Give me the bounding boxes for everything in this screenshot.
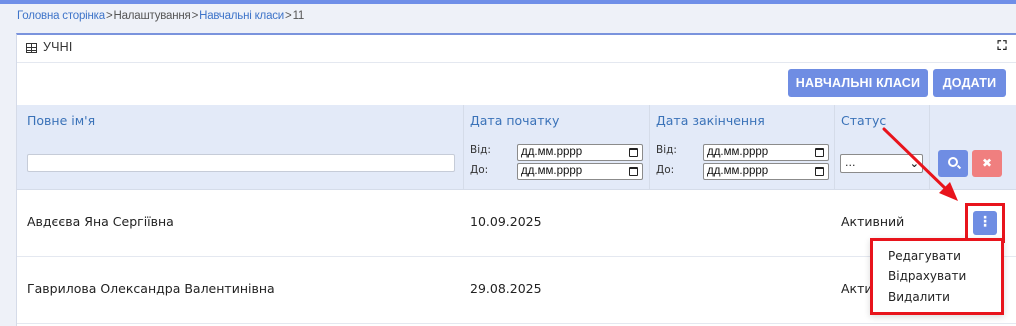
breadcrumb-separator: > [191, 10, 199, 22]
column-divider [929, 105, 930, 190]
column-header-end-date[interactable]: Дата закінчення [656, 113, 765, 128]
start-to-date-input[interactable]: дд.мм.рррр [517, 163, 643, 180]
expand-icon[interactable]: ⛶ [995, 40, 1009, 54]
status-selected-value: ... [845, 156, 856, 169]
students-panel: УЧНІ ⛶ НАВЧАЛЬНІ КЛАСИ ДОДАТИ Повне ім'я… [16, 33, 1016, 326]
page-title: УЧНІ [43, 40, 73, 54]
menu-item-delete[interactable]: Видалити [888, 290, 950, 304]
breadcrumb-current: 11 [292, 10, 305, 22]
date-placeholder: дд.мм.рррр [707, 146, 769, 158]
column-divider [649, 105, 650, 190]
table-row[interactable]: Авдєєва Яна Сергіївна 10.09.2025 Активни… [17, 190, 1016, 257]
date-placeholder: дд.мм.рррр [521, 146, 583, 158]
calendar-icon[interactable] [629, 148, 638, 157]
start-from-date-input[interactable]: дд.мм.рррр [517, 144, 643, 161]
end-to-date-input[interactable]: дд.мм.рррр [703, 163, 829, 180]
top-accent-bar [0, 0, 1016, 4]
breadcrumb-classes[interactable]: Навчальні класи [199, 10, 284, 22]
end-from-label: Від: [656, 144, 677, 156]
add-button[interactable]: ДОДАТИ [933, 69, 1006, 97]
breadcrumb-separator: > [285, 10, 292, 22]
clear-filters-button[interactable]: ✖ [972, 150, 1002, 177]
end-to-label: До: [656, 164, 675, 176]
cell-status: Акти [841, 281, 873, 296]
menu-item-expel[interactable]: Відрахувати [888, 269, 966, 283]
status-filter-select[interactable]: ... ⌄ [840, 154, 923, 173]
column-divider [463, 105, 464, 190]
name-filter-input[interactable] [27, 154, 455, 172]
menu-item-edit[interactable]: Редагувати [888, 249, 961, 263]
column-header-status[interactable]: Статус [841, 113, 886, 128]
column-header-start-date[interactable]: Дата початку [470, 113, 559, 128]
cell-status: Активний [841, 214, 905, 229]
table-row[interactable]: Гаврилова Олександра Валентинівна 29.08.… [17, 257, 1016, 324]
start-from-label: Від: [470, 144, 491, 156]
breadcrumb: Головна сторінка>Налаштування>Навчальні … [17, 10, 304, 22]
end-from-date-input[interactable]: дд.мм.рррр [703, 144, 829, 161]
search-icon [948, 157, 958, 167]
calendar-icon[interactable] [815, 148, 824, 157]
search-button[interactable] [938, 150, 968, 177]
calendar-icon[interactable] [815, 167, 824, 176]
annotation-highlight-box [965, 203, 1005, 243]
panel-header: УЧНІ ⛶ [17, 35, 1016, 63]
date-placeholder: дд.мм.рррр [707, 165, 769, 177]
date-placeholder: дд.мм.рррр [521, 165, 583, 177]
classes-button[interactable]: НАВЧАЛЬНІ КЛАСИ [788, 69, 928, 97]
breadcrumb-settings: Налаштування [113, 10, 191, 22]
cell-start-date: 10.09.2025 [470, 214, 542, 229]
grid-icon [26, 43, 37, 53]
table-header: Повне ім'я Дата початку Дата закінчення … [17, 105, 1016, 136]
column-divider [834, 105, 835, 190]
filter-row: Від: До: дд.мм.рррр дд.мм.рррр Від: До: … [17, 136, 1016, 190]
breadcrumb-home[interactable]: Головна сторінка [17, 10, 105, 22]
cell-fullname: Авдєєва Яна Сергіївна [27, 214, 174, 229]
start-to-label: До: [470, 164, 489, 176]
column-header-fullname[interactable]: Повне ім'я [27, 113, 95, 128]
calendar-icon[interactable] [629, 167, 638, 176]
chevron-down-icon: ⌄ [909, 157, 919, 170]
cell-start-date: 29.08.2025 [470, 281, 542, 296]
cell-fullname: Гаврилова Олександра Валентинівна [27, 281, 275, 296]
row-actions-menu: Редагувати Відрахувати Видалити [870, 238, 1004, 315]
